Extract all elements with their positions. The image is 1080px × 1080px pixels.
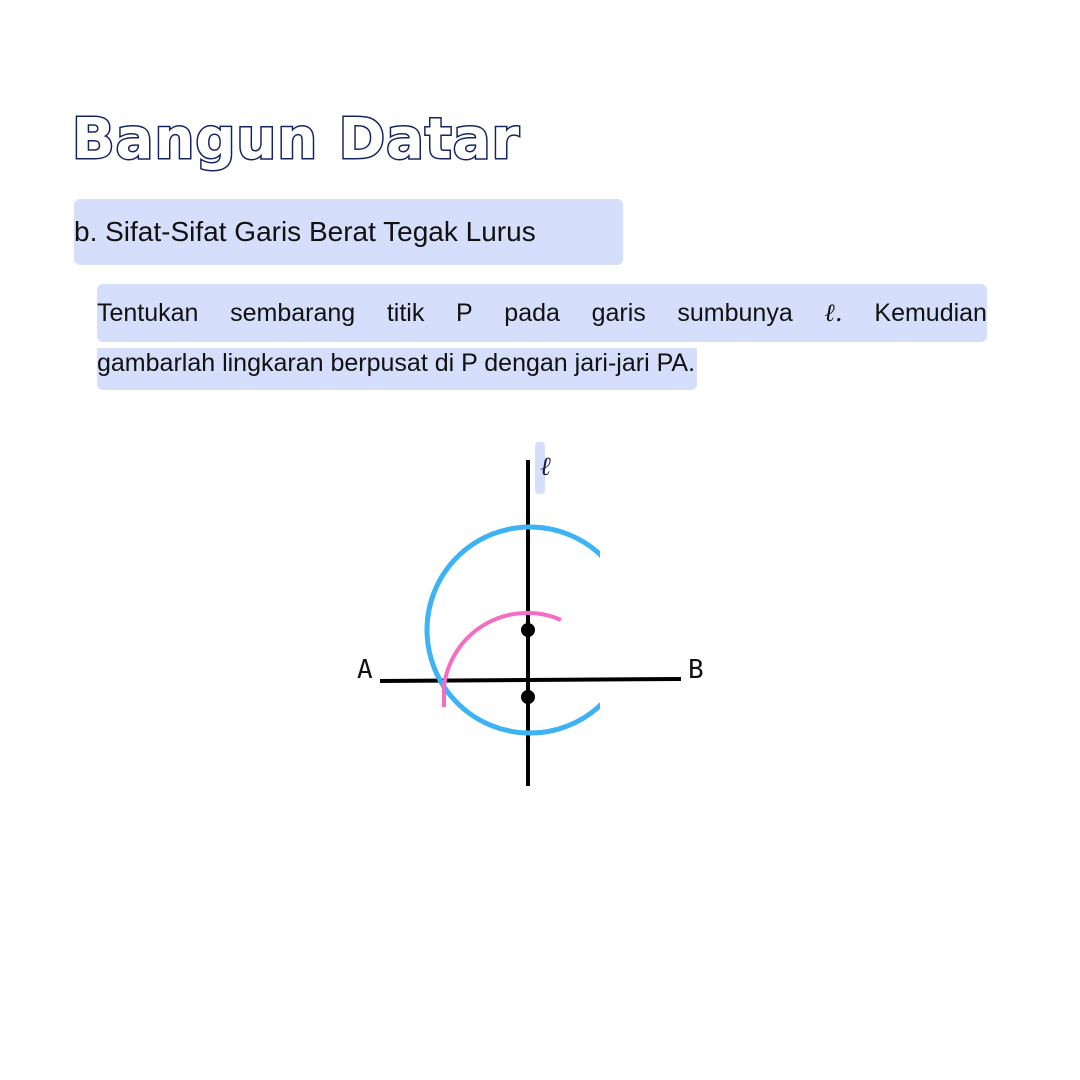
segment-ab	[379, 677, 682, 683]
arc-construction	[442, 610, 562, 707]
label-point-b: B	[688, 655, 704, 685]
axis-label-l: ℓ	[540, 452, 551, 482]
point-p	[521, 623, 535, 637]
point-intersection	[521, 690, 535, 704]
label-point-a: A	[357, 655, 373, 685]
slide: Bangun Datar b. Sifat-Sifat Garis Berat …	[0, 0, 1080, 1080]
geometry-diagram: ℓ A B	[357, 442, 704, 786]
